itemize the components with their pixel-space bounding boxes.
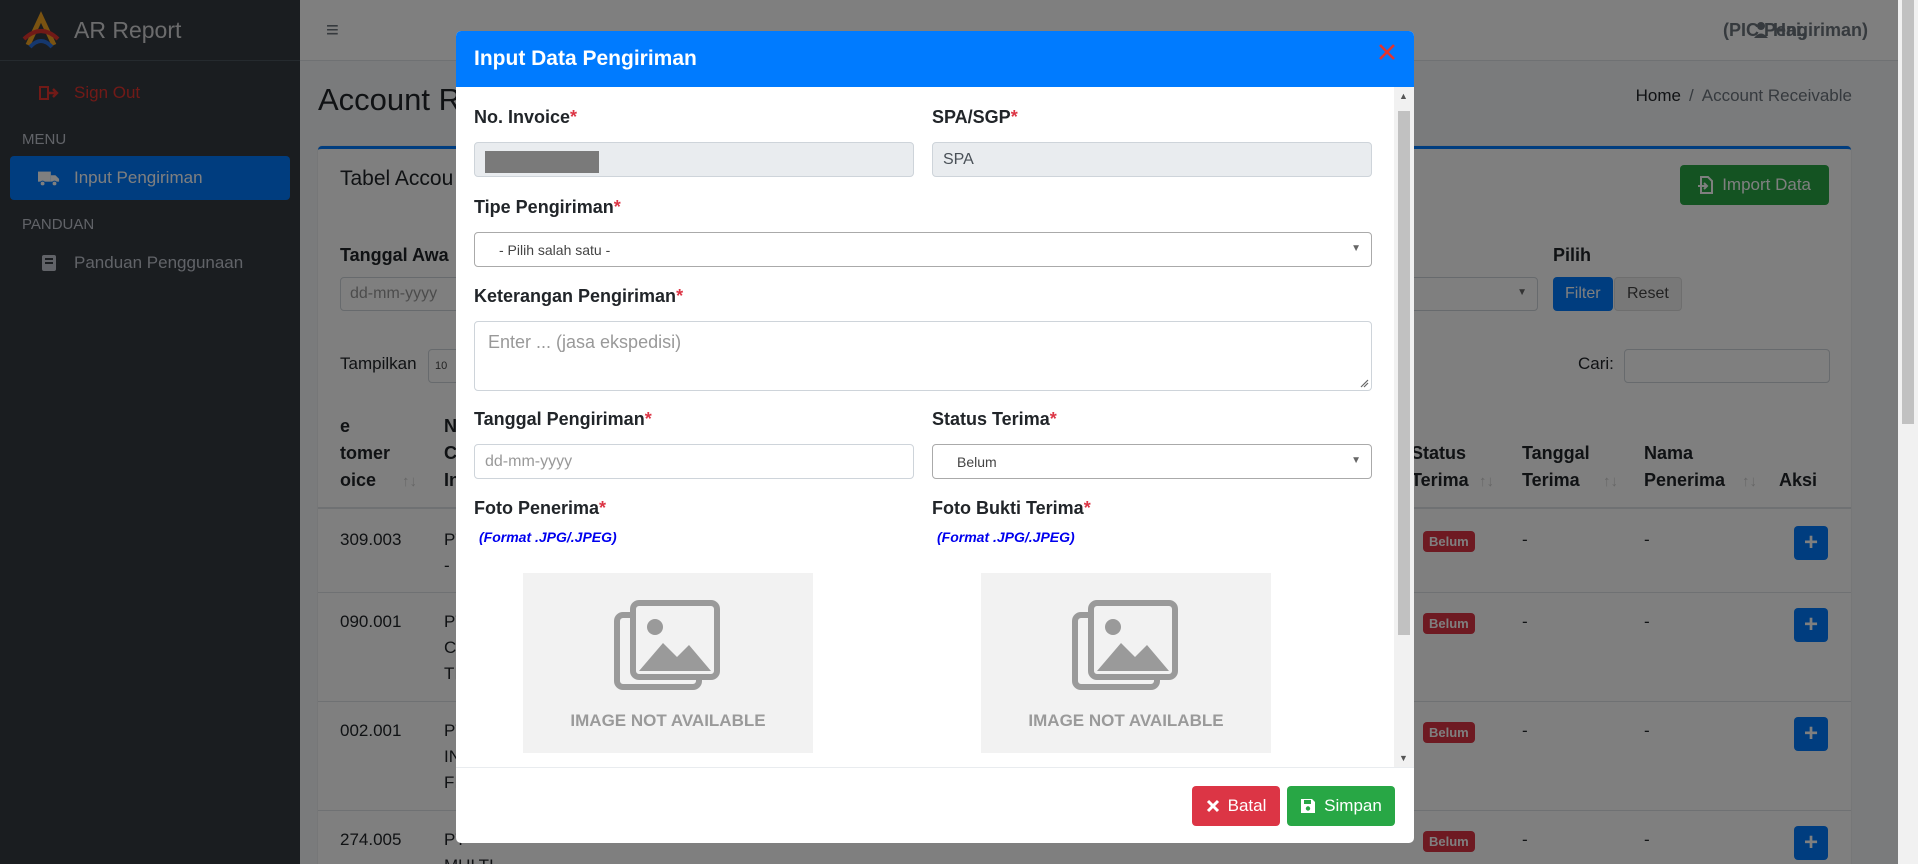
modal-scrollbar-thumb[interactable] bbox=[1398, 111, 1410, 635]
resize-grip-icon[interactable] bbox=[1359, 378, 1369, 388]
status-terima-select[interactable]: Belum ▼ bbox=[932, 444, 1372, 479]
close-icon[interactable] bbox=[1376, 41, 1398, 63]
scroll-up-icon[interactable]: ▲ bbox=[1399, 91, 1408, 101]
format-hint: (Format .JPG/.JPEG) bbox=[937, 529, 1075, 545]
scroll-down-icon[interactable]: ▼ bbox=[1399, 753, 1408, 763]
status-terima-value: Belum bbox=[957, 454, 997, 470]
modal-body: No. Invoice* SPA/SGP* SPA Tipe Pengirima… bbox=[456, 87, 1414, 767]
modal-scrollbar[interactable]: ▲ ▼ bbox=[1394, 87, 1414, 767]
spa-sgp-label: SPA/SGP* bbox=[932, 107, 1018, 127]
tipe-pengiriman-placeholder: - Pilih salah satu - bbox=[499, 242, 611, 258]
batal-label: Batal bbox=[1227, 796, 1267, 815]
keterangan-label: Keterangan Pengiriman* bbox=[474, 286, 684, 306]
format-hint: (Format .JPG/.JPEG) bbox=[479, 529, 617, 545]
no-invoice-label: No. Invoice* bbox=[474, 107, 578, 127]
image-not-available-text: IMAGE NOT AVAILABLE bbox=[1028, 711, 1224, 730]
tanggal-pengiriman-input[interactable]: dd-mm-yyyy bbox=[474, 444, 914, 479]
modal-footer: Batal Simpan bbox=[456, 767, 1414, 843]
simpan-label: Simpan bbox=[1324, 796, 1382, 815]
image-not-available-text: IMAGE NOT AVAILABLE bbox=[570, 711, 766, 730]
tanggal-pengiriman-label: Tanggal Pengiriman* bbox=[474, 409, 652, 429]
redacted-value bbox=[485, 151, 599, 173]
foto-bukti-preview[interactable]: IMAGE NOT AVAILABLE bbox=[981, 573, 1271, 753]
page-scrollbar[interactable] bbox=[1898, 0, 1918, 864]
foto-penerima-preview[interactable]: IMAGE NOT AVAILABLE bbox=[523, 573, 813, 753]
batal-button[interactable]: Batal bbox=[1192, 786, 1280, 826]
keterangan-placeholder: Enter ... (jasa ekspedisi) bbox=[488, 332, 682, 352]
tipe-pengiriman-select[interactable]: - Pilih salah satu - ▼ bbox=[474, 232, 1372, 267]
foto-bukti-label: Foto Bukti Terima* bbox=[932, 498, 1091, 518]
foto-penerima-label: Foto Penerima* bbox=[474, 498, 607, 518]
times-icon bbox=[1206, 799, 1219, 813]
image-placeholder-icon bbox=[1072, 600, 1178, 690]
chevron-down-icon: ▼ bbox=[1351, 455, 1361, 466]
status-terima-label: Status Terima* bbox=[932, 409, 1057, 429]
tipe-pengiriman-label: Tipe Pengiriman* bbox=[474, 197, 621, 217]
modal-title: Input Data Pengiriman bbox=[474, 47, 697, 70]
modal-header: Input Data Pengiriman bbox=[456, 31, 1414, 87]
save-icon bbox=[1301, 799, 1316, 813]
simpan-button[interactable]: Simpan bbox=[1287, 786, 1395, 826]
spa-sgp-field[interactable]: SPA bbox=[932, 142, 1372, 177]
tanggal-placeholder: dd-mm-yyyy bbox=[485, 453, 573, 470]
input-pengiriman-modal: Input Data Pengiriman No. Invoice* SPA/S… bbox=[456, 31, 1414, 843]
image-placeholder-icon bbox=[614, 600, 720, 690]
page-scrollbar-thumb[interactable] bbox=[1902, 0, 1914, 424]
keterangan-textarea[interactable]: Enter ... (jasa ekspedisi) bbox=[474, 321, 1372, 391]
chevron-down-icon: ▼ bbox=[1351, 243, 1361, 254]
no-invoice-field[interactable] bbox=[474, 142, 914, 177]
